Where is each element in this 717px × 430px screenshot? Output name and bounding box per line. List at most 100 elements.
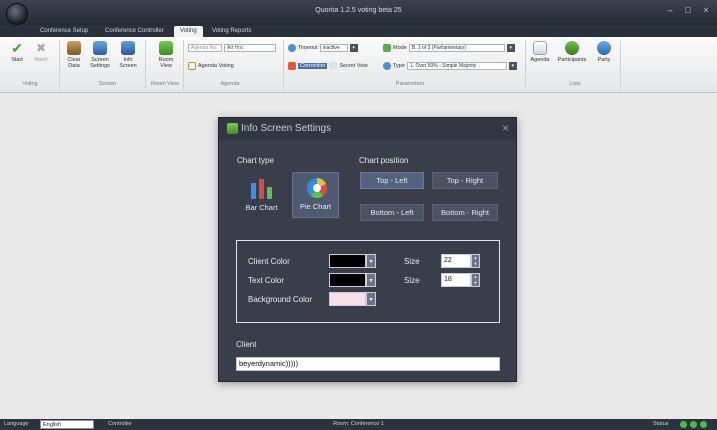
timeout-select[interactable]: inactive <box>319 44 348 52</box>
timeout-row: Timeout inactive ▾ <box>288 44 358 52</box>
document-icon <box>533 41 547 55</box>
status-indicator-icon <box>680 421 687 428</box>
chevron-down-icon[interactable]: ▾ <box>366 254 376 268</box>
secret-vote-toggle[interactable]: Secret Vote <box>339 63 367 69</box>
chart-position-label: Chart position <box>359 156 409 165</box>
agenda-list-button[interactable]: Agenda <box>529 41 551 63</box>
pie-chart-label: Pie Chart <box>299 202 332 211</box>
text-size-input[interactable]: 18 <box>441 273 471 287</box>
tab-conference-setup[interactable]: Conference Setup <box>40 26 88 37</box>
title-bar: Quorita 1.2.5 voting beta 25 – □ × <box>0 0 717 25</box>
client-color-label: Client Color <box>248 257 290 266</box>
abort-label: Abort <box>34 57 48 63</box>
client-input[interactable]: beyerdynamic))))) <box>236 357 500 371</box>
abort-button[interactable]: ✖ Abort <box>30 41 52 63</box>
close-window-button[interactable]: × <box>699 4 713 16</box>
window-controls: – □ × <box>663 4 713 16</box>
status-indicator-icon <box>690 421 697 428</box>
pie-chart-icon <box>307 178 327 198</box>
people-icon <box>565 41 579 55</box>
start-label: Start <box>11 57 23 63</box>
participants-button[interactable]: Participants <box>557 41 587 63</box>
room-view-button[interactable]: Room View <box>155 41 177 69</box>
group-label-agenda: Agenda <box>220 81 240 87</box>
agenda-list-label: Agenda <box>530 57 550 63</box>
clock-icon <box>288 44 296 52</box>
chevron-down-icon[interactable]: ▾ <box>366 292 376 306</box>
ribbon: ✔ Start ✖ Abort Voting Clear Data Screen… <box>0 37 717 93</box>
text-color-swatch[interactable] <box>329 273 366 287</box>
client-size-label: Size <box>404 257 420 266</box>
bar-chart-button[interactable]: Bar Chart <box>238 172 285 218</box>
position-bottom-left-button[interactable]: Bottom - Left <box>360 204 424 221</box>
tab-voting[interactable]: Voting <box>174 26 203 37</box>
pie-chart-button[interactable]: Pie Chart <box>292 172 339 218</box>
agenda-voting-label: Agenda Voting <box>198 63 234 69</box>
position-top-left-button[interactable]: Top - Left <box>360 172 424 189</box>
separator <box>59 40 60 90</box>
house-icon <box>159 41 173 55</box>
window-title: Quorita 1.2.5 voting beta 25 <box>315 7 402 14</box>
party-label: Party <box>597 57 611 63</box>
tab-voting-reports[interactable]: Voting Reports <box>212 26 251 37</box>
timeout-label: Timeout <box>298 45 318 51</box>
position-top-right-button[interactable]: Top - Right <box>432 172 498 189</box>
chevron-down-icon[interactable]: ▾ <box>506 44 515 52</box>
clear-data-button[interactable]: Clear Data <box>63 41 85 69</box>
chevron-down-icon[interactable]: ▾ <box>349 44 358 52</box>
screen-settings-button[interactable]: Screen Settings <box>89 41 111 69</box>
cross-icon: ✖ <box>35 41 47 55</box>
chevron-down-icon[interactable]: ▾ <box>366 273 376 287</box>
room-status: Room: Conference 1 <box>333 421 384 427</box>
monitor-icon <box>93 41 107 55</box>
broom-icon <box>67 41 81 55</box>
type-icon <box>383 62 391 70</box>
text-size-spinner[interactable]: ▲ ▼ <box>471 273 480 287</box>
info-screen-icon <box>121 41 135 55</box>
mode-select[interactable]: B. 1 of 3 (Parliamentary) <box>408 44 505 52</box>
info-screen-label: Info Screen <box>119 57 137 69</box>
separator <box>525 40 526 90</box>
secret-vote-icon <box>329 62 338 70</box>
correction-toggle[interactable]: Correction <box>298 63 328 69</box>
agenda-title-input[interactable]: Ad Hoc <box>224 44 276 52</box>
party-icon <box>597 41 611 55</box>
separator <box>145 40 146 90</box>
position-bottom-right-button[interactable]: Bottom - Right <box>432 204 498 221</box>
dialog-title-bar[interactable]: Info Screen Settings × <box>219 118 516 140</box>
client-label: Client <box>236 340 257 349</box>
agenda-no-input[interactable]: Agenda No. <box>188 44 222 52</box>
type-select[interactable]: 1. Over 50% - Simple Majority <box>406 62 507 70</box>
group-label-parameters: Parameters <box>395 81 425 87</box>
maximize-button[interactable]: □ <box>681 4 695 16</box>
start-button[interactable]: ✔ Start <box>6 41 28 63</box>
separator <box>283 40 284 90</box>
background-color-label: Background Color <box>248 295 313 304</box>
info-screen-button[interactable]: Info Screen <box>117 41 139 69</box>
client-color-swatch[interactable] <box>329 254 366 268</box>
text-color-label: Text Color <box>248 276 285 285</box>
status-indicator-icon <box>700 421 707 428</box>
type-label: Type <box>393 63 405 69</box>
checkbox-icon <box>188 62 196 70</box>
correction-icon <box>288 62 296 70</box>
text-size-label: Size <box>404 276 420 285</box>
close-icon[interactable]: × <box>502 121 509 135</box>
party-button[interactable]: Party <box>593 41 615 63</box>
participants-label: Participants <box>557 57 587 63</box>
client-size-spinner[interactable]: ▲ ▼ <box>471 254 480 268</box>
agenda-voting-checkbox[interactable]: Agenda Voting <box>188 62 234 70</box>
mode-icon <box>383 44 391 52</box>
chevron-down-icon[interactable]: ▾ <box>508 62 517 70</box>
room-view-label: Room View <box>158 57 174 69</box>
bar-chart-label: Bar Chart <box>245 203 278 212</box>
client-size-input[interactable]: 22 <box>441 254 471 268</box>
tab-conference-controller[interactable]: Conference Controller <box>105 26 164 37</box>
minimize-button[interactable]: – <box>663 4 677 16</box>
dialog-title: Info Screen Settings <box>241 123 332 134</box>
status-bar: Language English Controller Room: Confer… <box>0 419 717 430</box>
group-label-lists: Lists <box>569 81 581 87</box>
background-color-swatch[interactable] <box>329 292 366 306</box>
agenda-row: Agenda No. Ad Hoc <box>188 44 276 52</box>
check-icon: ✔ <box>11 40 23 56</box>
